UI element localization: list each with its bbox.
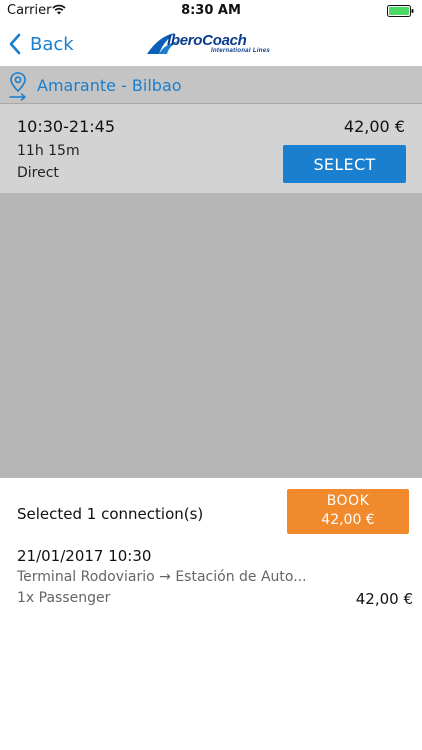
booking-summary: Selected 1 connection(s) BOOK 42,00 € 21… (0, 478, 422, 750)
chevron-left-icon (9, 33, 21, 55)
navigation-bar: Back IberoCoach International Lines (0, 22, 422, 66)
status-bar: Carrier 8:30 AM (0, 0, 422, 22)
results-area: Amarante - Bilbao 10:30-21:45 11h 15m Di… (0, 66, 422, 478)
trip-type: Direct (17, 165, 59, 181)
book-button[interactable]: BOOK 42,00 € (287, 489, 409, 534)
location-pin-icon (9, 72, 26, 101)
book-label: BOOK (326, 493, 370, 509)
ibero-coach-logo: IberoCoach International Lines (145, 32, 280, 58)
trip-result[interactable]: 10:30-21:45 11h 15m Direct 42,00 € SELEC… (0, 104, 422, 194)
logo-text: IberoCoach (167, 32, 247, 49)
selection-route: Terminal Rodoviario → Estación de Auto..… (17, 569, 307, 585)
back-label: Back (30, 33, 74, 55)
trip-price: 42,00 € (343, 117, 405, 136)
logo-subtext: International Lines (211, 48, 271, 54)
book-price: 42,00 € (321, 512, 375, 528)
selection-price: 42,00 € (355, 590, 413, 608)
summary-title: Selected 1 connection(s) (17, 505, 204, 523)
trip-times: 10:30-21:45 (17, 117, 115, 136)
back-button[interactable]: Back (8, 30, 74, 58)
status-time: 8:30 AM (181, 3, 241, 18)
battery-icon (387, 5, 414, 17)
trip-duration: 11h 15m (17, 143, 80, 159)
app-screen: Carrier 8:30 AM Back IberoCoach Internat… (0, 0, 422, 750)
select-button[interactable]: SELECT (283, 145, 406, 183)
route-label: Amarante - Bilbao (37, 76, 182, 95)
selection-date: 21/01/2017 10:30 (17, 547, 152, 565)
route-header: Amarante - Bilbao (0, 66, 422, 104)
selection-passengers: 1x Passenger (17, 590, 111, 606)
